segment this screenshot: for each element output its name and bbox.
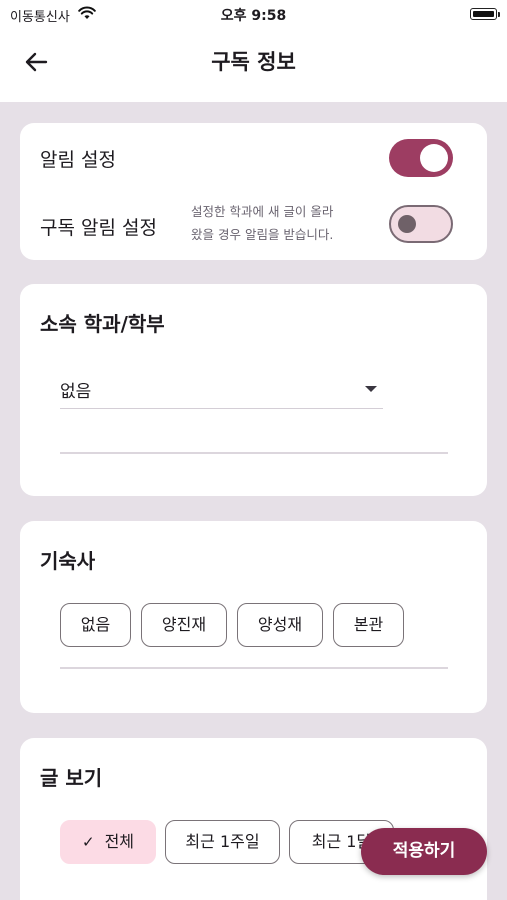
dropdown-caret-icon	[365, 386, 377, 392]
clock: 오후 9:58	[220, 8, 287, 24]
department-selected: 없음	[60, 382, 92, 402]
app-bar: 구독 정보	[0, 30, 507, 102]
dorm-chip-main-hall[interactable]: 본관	[333, 603, 404, 647]
department-title: 소속 학과/학부	[40, 312, 165, 336]
divider	[60, 667, 448, 669]
alarm-setting-label: 알림 설정	[40, 149, 116, 171]
view-chip-week[interactable]: 최근 1주일	[165, 820, 280, 864]
battery-icon	[470, 8, 500, 20]
check-icon: ✓	[81, 833, 95, 851]
apply-button[interactable]: 적용하기	[361, 828, 487, 875]
status-bar: 이동통신사 오후 9:58	[0, 0, 507, 30]
view-period-card: 글 보기 ✓ 전체 최근 1주일 최근 1달	[20, 738, 487, 900]
toggle-knob	[398, 215, 416, 233]
view-chip-all-label: 전체	[104, 832, 135, 851]
subscribe-alarm-description: 설정한 학과에 새 글이 올라 왔을 경우 알림을 받습니다.	[191, 204, 334, 242]
divider	[60, 452, 448, 454]
page-title: 구독 정보	[211, 50, 296, 74]
alarm-toggle[interactable]	[389, 139, 453, 177]
view-period-title: 글 보기	[40, 766, 103, 790]
dorm-chip-yangseongjae[interactable]: 양성재	[237, 603, 323, 647]
dormitory-card: 기숙사 없음 양진재 양성재 본관	[20, 521, 487, 713]
dorm-chip-none[interactable]: 없음	[60, 603, 131, 647]
toggle-knob	[420, 144, 448, 172]
subscribe-alarm-toggle[interactable]	[389, 205, 453, 243]
notification-settings-card: 알림 설정 구독 알림 설정 설정한 학과에 새 글이 올라 왔을 경우 알림을…	[20, 123, 487, 260]
view-chip-all[interactable]: ✓ 전체	[60, 820, 156, 864]
department-card: 소속 학과/학부 없음	[20, 284, 487, 496]
dorm-chip-yangjinjae[interactable]: 양진재	[141, 603, 227, 647]
subscribe-alarm-label: 구독 알림 설정	[40, 217, 157, 239]
department-dropdown[interactable]: 없음	[60, 362, 383, 409]
dormitory-title: 기숙사	[40, 549, 96, 573]
